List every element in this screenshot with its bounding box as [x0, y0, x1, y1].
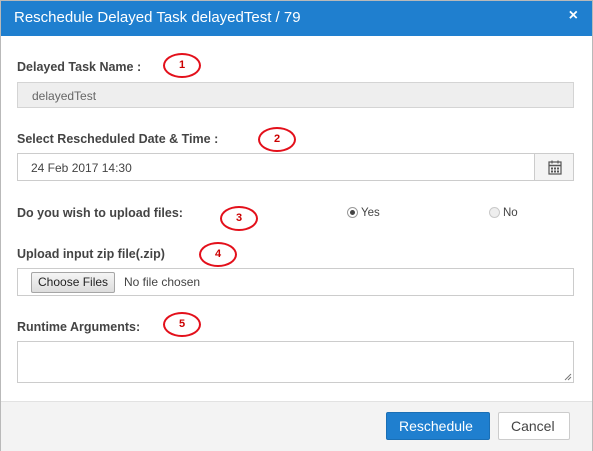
- annotation-marker-2: 2: [258, 127, 296, 152]
- radio-option-yes[interactable]: Yes: [347, 207, 380, 219]
- radio-yes-label: Yes: [361, 207, 380, 219]
- radio-no-label: No: [503, 207, 518, 219]
- annotation-marker-1: 1: [163, 53, 201, 78]
- file-status-text: No file chosen: [124, 275, 201, 289]
- reschedule-button[interactable]: Reschedule: [386, 412, 490, 440]
- upload-choice-label: Do you wish to upload files:: [17, 206, 183, 220]
- dialog-footer: Reschedule Cancel: [1, 401, 592, 451]
- task-name-label: Delayed Task Name :: [17, 60, 142, 74]
- reschedule-date-label: Select Rescheduled Date & Time :: [17, 132, 219, 146]
- dialog-header: Reschedule Delayed Task delayedTest / 79…: [1, 1, 592, 36]
- reschedule-date-input[interactable]: 24 Feb 2017 14:30: [17, 153, 535, 181]
- radio-no-icon[interactable]: [489, 207, 500, 219]
- runtime-args-label: Runtime Arguments:: [17, 320, 141, 334]
- annotation-marker-5: 5: [163, 312, 201, 337]
- cancel-button[interactable]: Cancel: [498, 412, 570, 440]
- calendar-icon: [548, 160, 562, 175]
- runtime-args-textarea[interactable]: [17, 341, 574, 383]
- choose-files-button[interactable]: Choose Files: [31, 272, 116, 293]
- resize-grip-icon[interactable]: [564, 373, 572, 381]
- annotation-marker-3: 3: [220, 206, 258, 231]
- close-icon[interactable]: ×: [569, 7, 578, 25]
- dialog-title: Reschedule Delayed Task delayedTest / 79: [14, 9, 301, 26]
- file-input[interactable]: Choose Files No file chosen: [17, 268, 574, 296]
- annotation-marker-4: 4: [199, 242, 237, 267]
- upload-zip-label: Upload input zip file(.zip): [17, 247, 165, 261]
- radio-option-no[interactable]: No: [489, 207, 518, 219]
- reschedule-dialog: Reschedule Delayed Task delayedTest / 79…: [0, 0, 593, 451]
- calendar-button[interactable]: [534, 153, 574, 181]
- radio-yes-checked-icon[interactable]: [347, 207, 358, 219]
- task-name-field: delayedTest: [17, 82, 574, 108]
